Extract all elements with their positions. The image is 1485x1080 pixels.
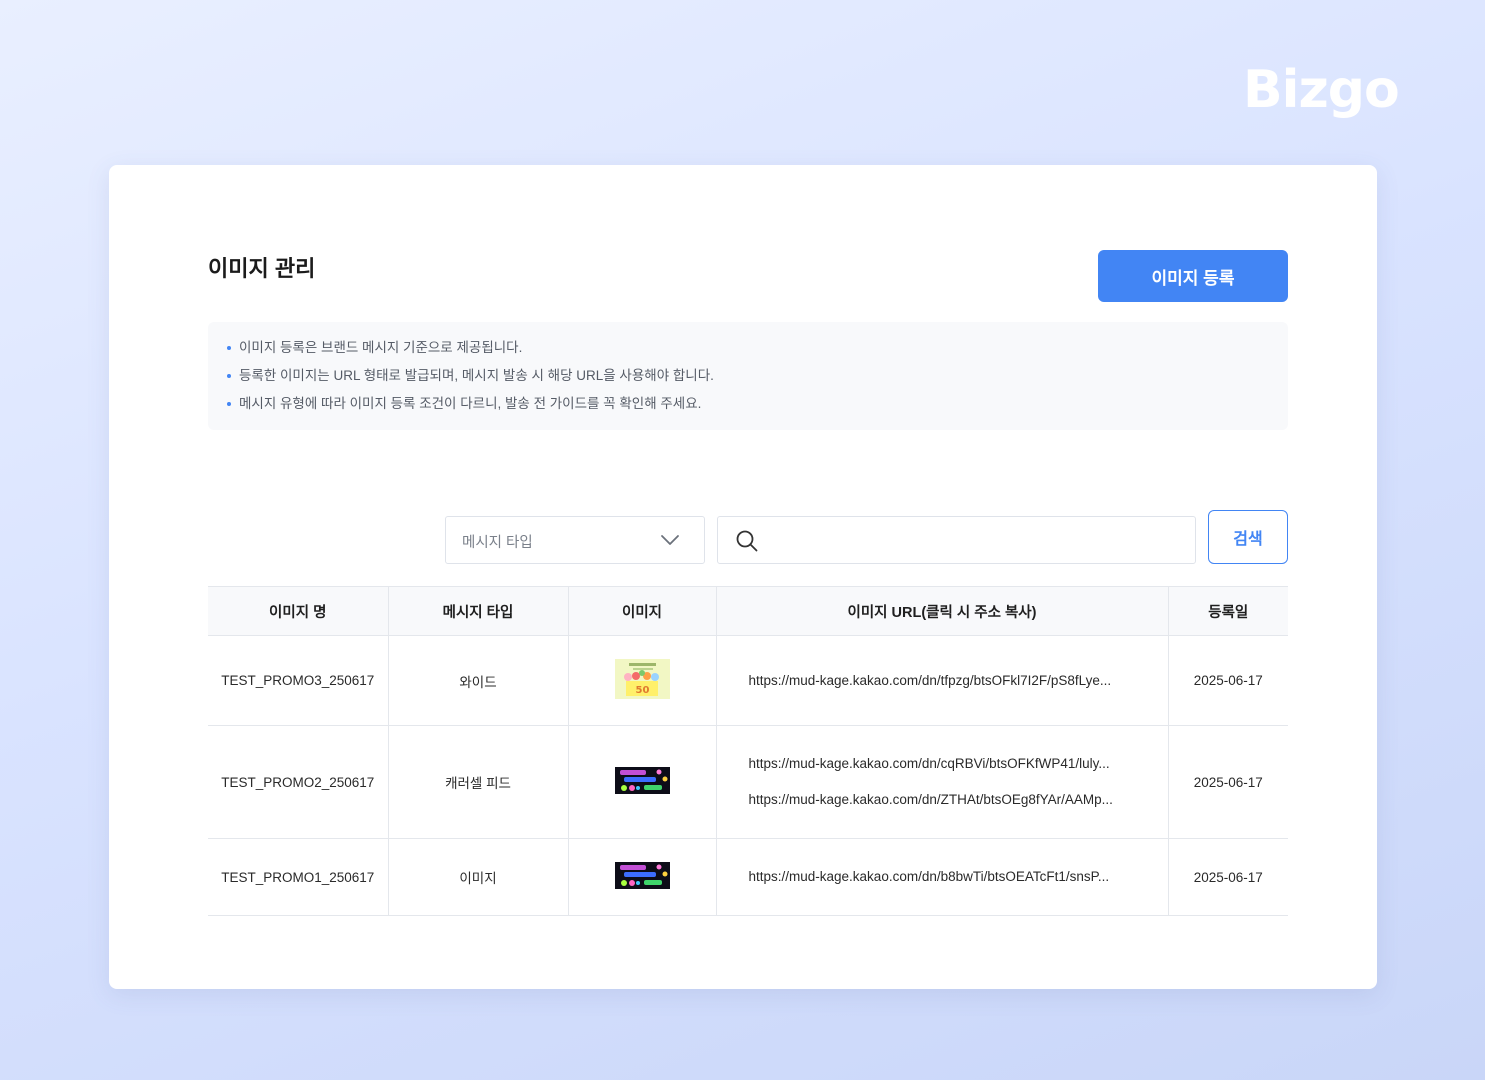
message-type-cell: 이미지 <box>388 838 569 916</box>
image-url-link[interactable]: https://mud-kage.kakao.com/dn/ZTHAt/btsO… <box>749 790 1168 810</box>
image-thumbnail-cell <box>568 838 717 916</box>
search-field <box>717 516 1196 565</box>
notice-item: 이미지 등록은 브랜드 메시지 기준으로 제공됩니다. <box>227 336 1288 364</box>
image-name-cell: TEST_PROMO1_250617 <box>208 838 389 916</box>
registered-date-cell: 2025-06-17 <box>1168 635 1288 726</box>
column-header-image-url: 이미지 URL(클릭 시 주소 복사) <box>716 586 1169 636</box>
column-header-registered-date: 등록일 <box>1168 586 1288 636</box>
bullet-dot-icon <box>227 402 231 406</box>
image-url-cell: https://mud-kage.kakao.com/dn/tfpzg/btsO… <box>716 635 1169 726</box>
column-header-message-type: 메시지 타입 <box>388 586 569 636</box>
image-thumbnail-cell: 50 <box>568 635 717 726</box>
image-url-link[interactable]: https://mud-kage.kakao.com/dn/tfpzg/btsO… <box>749 671 1168 691</box>
image-thumbnail-cell <box>568 725 717 839</box>
registered-date-cell: 2025-06-17 <box>1168 838 1288 916</box>
search-icon <box>735 529 759 558</box>
notice-text: 이미지 등록은 브랜드 메시지 기준으로 제공됩니다. <box>239 340 523 355</box>
search-button[interactable]: 검색 <box>1208 510 1288 564</box>
table-row: TEST_PROMO2_250617 캐러셀 피드 https://mud-ka… <box>208 725 1288 839</box>
search-input[interactable] <box>768 517 1192 565</box>
column-header-image-name: 이미지 명 <box>208 586 389 636</box>
notice-text: 메시지 유형에 따라 이미지 등록 조건이 다르니, 발송 전 가이드를 꼭 확… <box>239 396 702 411</box>
table-row: TEST_PROMO3_250617 와이드 50 https://mud-ka… <box>208 635 1288 726</box>
message-type-select-label: 메시지 타입 <box>462 535 533 551</box>
notice-text: 등록한 이미지는 URL 형태로 발급되며, 메시지 발송 시 해당 URL을 … <box>239 368 714 383</box>
table-row: TEST_PROMO1_250617 이미지 https://mud-kage.… <box>208 838 1288 916</box>
message-type-select[interactable]: 메시지 타입 <box>445 516 705 564</box>
image-url-link[interactable]: https://mud-kage.kakao.com/dn/cqRBVi/bts… <box>749 754 1168 774</box>
image-table: 이미지 명 메시지 타입 이미지 이미지 URL(클릭 시 주소 복사) 등록일… <box>208 586 1288 916</box>
page-title: 이미지 관리 <box>208 256 316 281</box>
bullet-dot-icon <box>227 374 231 378</box>
chevron-down-icon <box>660 530 680 555</box>
image-name-cell: TEST_PROMO2_250617 <box>208 725 389 839</box>
notice-box: 이미지 등록은 브랜드 메시지 기준으로 제공됩니다. 등록한 이미지는 URL… <box>208 322 1288 430</box>
promo-50-thumbnail[interactable]: 50 <box>614 659 670 702</box>
svg-text:50: 50 <box>635 685 649 696</box>
image-url-cell: https://mud-kage.kakao.com/dn/b8bwTi/bts… <box>716 838 1169 916</box>
image-url-link[interactable]: https://mud-kage.kakao.com/dn/b8bwTi/bts… <box>749 867 1168 887</box>
register-image-button[interactable]: 이미지 등록 <box>1098 250 1288 302</box>
bizgo-logo: Bizgo <box>1243 60 1400 120</box>
message-type-cell: 와이드 <box>388 635 569 726</box>
image-name-cell: TEST_PROMO3_250617 <box>208 635 389 726</box>
notice-item: 등록한 이미지는 URL 형태로 발급되며, 메시지 발송 시 해당 URL을 … <box>227 364 1288 392</box>
table-header-row: 이미지 명 메시지 타입 이미지 이미지 URL(클릭 시 주소 복사) 등록일 <box>208 586 1288 636</box>
branding-agency-thumbnail[interactable] <box>614 767 670 797</box>
image-management-card: 이미지 관리 이미지 등록 이미지 등록은 브랜드 메시지 기준으로 제공됩니다… <box>109 165 1377 989</box>
notice-item: 메시지 유형에 따라 이미지 등록 조건이 다르니, 발송 전 가이드를 꼭 확… <box>227 392 1288 420</box>
branding-agency-thumbnail[interactable] <box>614 862 670 892</box>
message-type-cell: 캐러셀 피드 <box>388 725 569 839</box>
column-header-image: 이미지 <box>568 586 717 636</box>
bullet-dot-icon <box>227 346 231 350</box>
registered-date-cell: 2025-06-17 <box>1168 725 1288 839</box>
image-url-cell: https://mud-kage.kakao.com/dn/cqRBVi/bts… <box>716 725 1169 839</box>
